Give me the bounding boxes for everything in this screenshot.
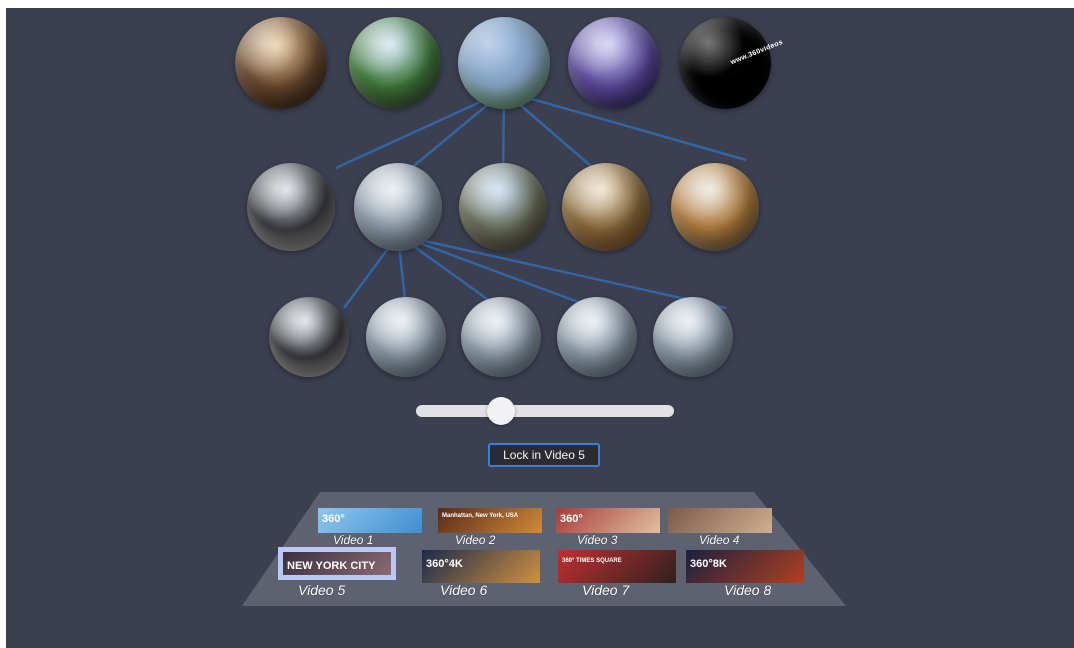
video-label-7: Video 7 xyxy=(582,582,630,598)
lock-in-button[interactable]: Lock in Video 5 xyxy=(488,443,600,467)
sphere-oculus-5[interactable] xyxy=(653,297,733,377)
video-thumbnail-6[interactable]: 360°4K xyxy=(422,550,540,583)
sphere-watermark-text: www.360videos xyxy=(729,38,785,67)
sphere-oculus-4[interactable] xyxy=(557,297,637,377)
sphere-black[interactable]: www.360videos xyxy=(679,17,784,109)
video-label-1: Video 1 xyxy=(333,533,374,547)
sphere-times-square[interactable] xyxy=(568,17,660,109)
sphere-oculus-3[interactable] xyxy=(461,297,541,377)
video-thumbnail-8[interactable]: 360°8K xyxy=(686,550,804,583)
video-label-4: Video 4 xyxy=(699,533,740,547)
video-label-5: Video 5 xyxy=(298,582,346,598)
thumbnail-overlay-text: 360° xyxy=(322,513,345,525)
scene-canvas: www.360videos Lock in Video 5 360° Video … xyxy=(6,8,1074,648)
video-label-3: Video 3 xyxy=(577,533,618,547)
video-thumbnail-4[interactable] xyxy=(668,508,772,533)
video-label-8: Video 8 xyxy=(724,582,772,598)
sphere-nypd[interactable] xyxy=(247,163,335,251)
thumbnail-overlay-text: NEW YORK CITY xyxy=(287,560,376,572)
sphere-nypd-2[interactable] xyxy=(269,297,349,377)
video-thumbnail-1[interactable]: 360° xyxy=(318,508,422,533)
thumbnail-overlay-text: Manhattan, New York, USA xyxy=(442,513,519,519)
video-thumbnail-2[interactable]: Manhattan, New York, USA xyxy=(438,508,542,533)
video-thumbnail-5[interactable]: NEW YORK CITY xyxy=(278,547,396,580)
video-label-2: Video 2 xyxy=(455,533,496,547)
sphere-autumn-lake[interactable] xyxy=(671,163,759,251)
thumbnail-overlay-text: 360°8K xyxy=(690,558,727,570)
video-slider[interactable] xyxy=(416,397,674,425)
sphere-oculus-1[interactable] xyxy=(354,163,442,251)
sphere-oculus-2[interactable] xyxy=(366,297,446,377)
sphere-autumn-trees[interactable] xyxy=(562,163,650,251)
video-label-6: Video 6 xyxy=(440,582,488,598)
sphere-park-lawn[interactable] xyxy=(458,17,550,109)
thumbnail-overlay-text: 360°4K xyxy=(426,558,463,570)
sphere-pond-skyline[interactable] xyxy=(459,163,547,251)
thumbnail-overlay-text: 360° TIMES SQUARE xyxy=(562,558,622,564)
sphere-link-line xyxy=(397,233,727,310)
sphere-park-trees[interactable] xyxy=(349,17,441,109)
slider-thumb[interactable] xyxy=(487,397,516,425)
sphere-link-line xyxy=(335,89,505,170)
video-thumbnail-7[interactable]: 360° TIMES SQUARE xyxy=(558,550,676,583)
thumbnail-overlay-text: 360° xyxy=(560,513,583,525)
video-thumbnail-3[interactable]: 360° xyxy=(556,508,660,533)
sphere-city-street[interactable] xyxy=(235,17,327,109)
